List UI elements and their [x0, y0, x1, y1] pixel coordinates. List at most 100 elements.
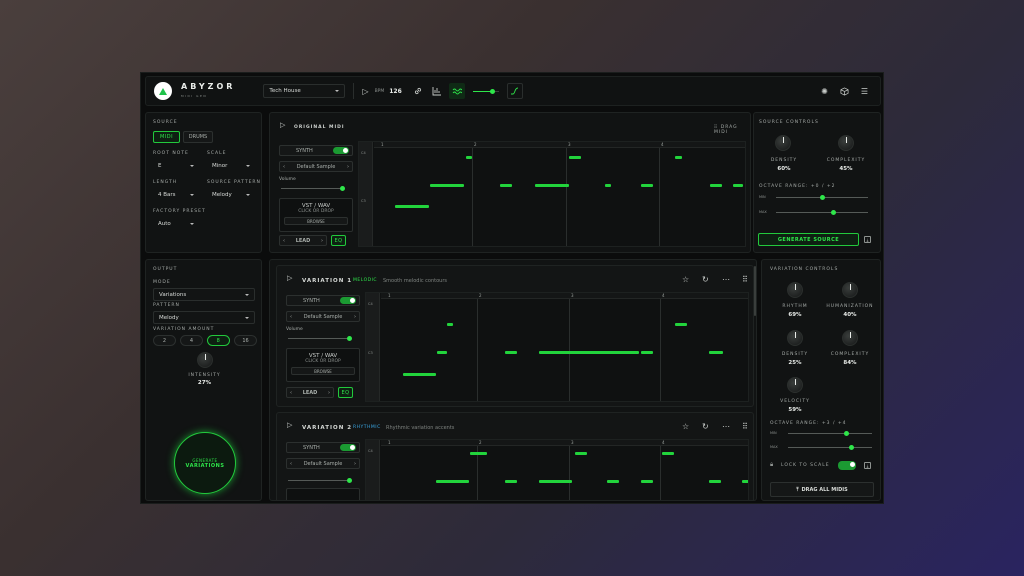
master-slider[interactable] — [472, 88, 499, 94]
octave-max-slider[interactable] — [788, 445, 872, 450]
genre-dropdown[interactable]: Tech House — [263, 84, 346, 98]
cube-icon[interactable] — [840, 86, 849, 96]
sun-icon[interactable]: ✺ — [821, 87, 828, 96]
midi-note[interactable] — [539, 351, 639, 354]
midi-note[interactable] — [569, 156, 581, 159]
grip-icon[interactable]: ⠿ — [742, 275, 748, 284]
scrollbar[interactable] — [754, 266, 756, 316]
chevron-left-icon[interactable]: ‹ — [290, 390, 292, 396]
amount-8-button[interactable]: 8 — [207, 335, 230, 346]
midi-note[interactable] — [709, 480, 721, 483]
midi-note[interactable] — [447, 323, 453, 326]
save-icon[interactable]: ⤓ — [864, 462, 871, 469]
midi-note[interactable] — [436, 480, 469, 483]
grip-icon[interactable]: ⠿ — [742, 422, 748, 431]
midi-note[interactable] — [430, 184, 464, 187]
midi-note[interactable] — [403, 373, 436, 376]
lock-to-scale-toggle[interactable] — [838, 461, 856, 470]
midi-note[interactable] — [500, 184, 512, 187]
chevron-left-icon[interactable]: ‹ — [283, 238, 285, 244]
midi-note[interactable] — [675, 323, 687, 326]
browse-button[interactable]: BROWSE — [284, 217, 348, 225]
star-icon[interactable]: ☆ — [682, 275, 689, 284]
humanization-knob[interactable] — [842, 282, 858, 298]
sample-selector[interactable]: ‹ Default Sample › — [286, 311, 360, 322]
midi-note[interactable] — [466, 156, 472, 159]
pattern-dropdown[interactable]: Melody — [153, 311, 255, 324]
amount-16-button[interactable]: 16 — [234, 335, 257, 346]
midi-note[interactable] — [505, 480, 517, 483]
midi-note[interactable] — [641, 480, 653, 483]
tab-midi[interactable]: MIDI — [153, 131, 180, 143]
chevron-left-icon[interactable]: ‹ — [283, 164, 285, 170]
midi-note[interactable] — [641, 351, 653, 354]
tab-drums[interactable]: DRUMS — [183, 131, 213, 143]
original-piano-roll[interactable]: 1 2 3 4 C4 C3 — [358, 141, 746, 247]
bpm-value[interactable]: 126 — [389, 88, 402, 95]
chevron-right-icon[interactable]: › — [321, 238, 323, 244]
mode-dropdown[interactable]: Variations — [153, 288, 255, 301]
chevron-right-icon[interactable]: › — [328, 390, 330, 396]
amount-4-button[interactable]: 4 — [180, 335, 203, 346]
density-knob[interactable] — [775, 135, 791, 151]
source-pattern-dropdown[interactable]: Melody — [207, 188, 255, 201]
refresh-icon[interactable]: ↻ — [702, 422, 709, 431]
midi-note[interactable] — [539, 480, 572, 483]
drag-midi-button[interactable]: ⠿ DRAG MIDI — [714, 125, 750, 135]
chevron-right-icon[interactable]: › — [354, 314, 356, 320]
refresh-icon[interactable]: ↻ — [702, 275, 709, 284]
volume-slider[interactable] — [288, 478, 352, 483]
midi-note[interactable] — [710, 184, 722, 187]
complexity-knob[interactable] — [838, 135, 854, 151]
chevron-right-icon[interactable]: › — [354, 461, 356, 467]
root-note-dropdown[interactable]: E — [153, 159, 199, 172]
synth-toggle[interactable] — [340, 444, 356, 451]
play-icon[interactable]: ▷ — [287, 421, 292, 429]
lead-selector[interactable]: ‹ LEAD › — [286, 387, 334, 398]
play-icon[interactable]: ▷ — [287, 274, 292, 282]
browse-button[interactable]: BROWSE — [291, 367, 355, 375]
octave-min-slider[interactable] — [776, 195, 868, 200]
length-dropdown[interactable]: 4 Bars — [153, 188, 199, 201]
save-icon[interactable]: ⤓ — [864, 236, 871, 243]
more-icon[interactable]: ⋯ — [722, 422, 730, 431]
factory-preset-dropdown[interactable]: Auto — [153, 217, 199, 230]
octave-min-slider[interactable] — [788, 431, 872, 436]
midi-note[interactable] — [505, 351, 517, 354]
lead-selector[interactable]: ‹ LEAD › — [279, 235, 327, 246]
octave-max-slider[interactable] — [776, 210, 868, 215]
synth-toggle[interactable] — [333, 147, 349, 154]
more-icon[interactable]: ⋯ — [722, 275, 730, 284]
midi-note[interactable] — [742, 480, 748, 483]
eq-button[interactable]: EQ — [338, 387, 353, 398]
chart-icon[interactable] — [432, 86, 442, 96]
curve-icon[interactable] — [506, 83, 523, 99]
play-icon[interactable]: ▷ — [362, 87, 368, 96]
volume-slider[interactable] — [281, 186, 345, 191]
velocity-knob[interactable] — [787, 377, 803, 393]
density-knob[interactable] — [787, 330, 803, 346]
chevron-left-icon[interactable]: ‹ — [290, 461, 292, 467]
vst-drop-zone[interactable]: VST / WAV CLICK OR DROP BROWSE — [279, 198, 353, 232]
menu-icon[interactable]: ☰ — [861, 87, 868, 96]
chevron-right-icon[interactable]: › — [347, 164, 349, 170]
midi-note[interactable] — [709, 351, 723, 354]
sample-selector[interactable]: ‹ Default Sample › — [286, 458, 360, 469]
midi-note[interactable] — [605, 184, 611, 187]
midi-note[interactable] — [607, 480, 619, 483]
vst-drop-zone[interactable]: VST / WAV CLICK OR DROP BROWSE — [286, 348, 360, 382]
complexity-knob[interactable] — [842, 330, 858, 346]
vst-drop-zone[interactable] — [286, 488, 360, 500]
midi-note[interactable] — [733, 184, 743, 187]
midi-note[interactable] — [395, 205, 429, 208]
volume-slider[interactable] — [288, 336, 352, 341]
drag-all-midis-button[interactable]: ⤒ DRAG ALL MIDIS — [770, 482, 874, 497]
eq-button[interactable]: EQ — [331, 235, 346, 246]
generate-source-button[interactable]: GENERATE SOURCE — [758, 233, 859, 246]
variation-2-piano-roll[interactable]: 1 2 3 4 C4 — [365, 439, 749, 500]
midi-note[interactable] — [641, 184, 653, 187]
midi-note[interactable] — [535, 184, 569, 187]
chevron-left-icon[interactable]: ‹ — [290, 314, 292, 320]
synth-toggle[interactable] — [340, 297, 356, 304]
generate-variations-button[interactable]: GENERATE VARIATIONS — [174, 432, 236, 494]
